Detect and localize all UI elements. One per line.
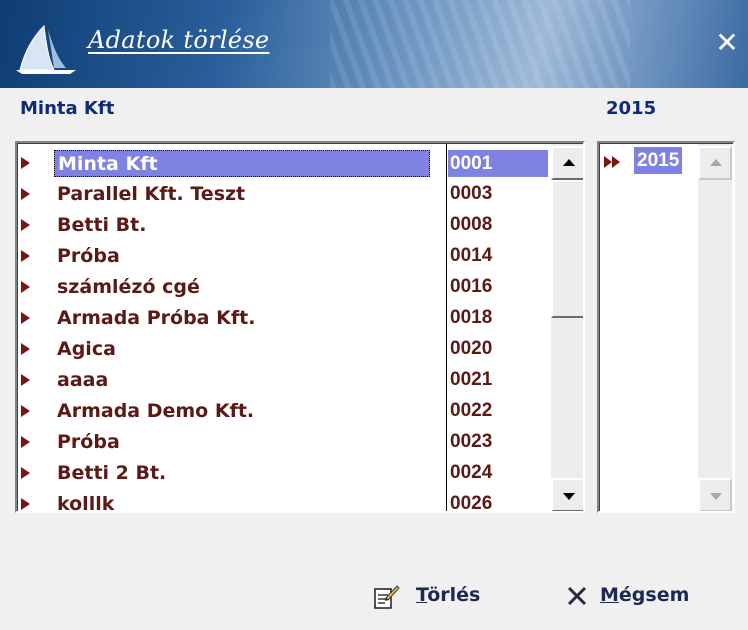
selected-year-label: 2015 xyxy=(606,98,657,119)
scroll-down-button[interactable] xyxy=(551,478,583,511)
delete-button[interactable]: Törlés xyxy=(372,578,492,614)
company-code: 0001 xyxy=(448,150,548,177)
arrow-down-icon xyxy=(563,493,575,500)
company-name: Betti Bt. xyxy=(57,214,147,236)
cancel-button-label: Mégsem xyxy=(600,584,690,606)
company-name: Próba xyxy=(57,431,120,453)
company-code: 0016 xyxy=(450,276,493,297)
company-code: 0026 xyxy=(450,493,493,513)
year-list-item[interactable]: 2015 xyxy=(600,144,698,175)
company-list[interactable]: Minta Kft 0001 Parallel Kft. Teszt 0003 … xyxy=(15,141,585,513)
company-name: Betti 2 Bt. xyxy=(57,462,167,484)
company-code: 0014 xyxy=(450,245,493,266)
company-name: kolllk xyxy=(57,493,115,513)
sail-logo-icon xyxy=(16,24,76,74)
company-code: 0023 xyxy=(450,431,493,452)
delete-button-label: Törlés xyxy=(416,584,481,606)
list-item[interactable]: kolllk 0026 xyxy=(18,489,549,513)
list-item[interactable]: Armada Próba Kft. 0018 xyxy=(18,303,549,334)
year-list[interactable]: 2015 xyxy=(597,141,735,513)
company-code: 0018 xyxy=(450,307,493,328)
company-code: 0020 xyxy=(450,338,493,359)
row-marker-icon xyxy=(21,436,30,448)
scroll-down-button[interactable] xyxy=(698,478,732,511)
arrow-up-icon xyxy=(563,159,575,166)
close-icon[interactable]: ✕ xyxy=(710,26,744,60)
row-marker-icon xyxy=(21,374,30,386)
row-marker-icon xyxy=(21,250,30,262)
row-marker-icon xyxy=(21,343,30,355)
title-bar-texture xyxy=(330,0,630,88)
company-name: Armada Próba Kft. xyxy=(57,307,256,329)
row-marker-icon xyxy=(21,157,30,169)
company-code: 0021 xyxy=(450,369,493,390)
company-name: Agica xyxy=(57,338,116,360)
row-marker-icon xyxy=(21,467,30,479)
company-list-scrollbar[interactable] xyxy=(551,144,583,511)
list-item[interactable]: Próba 0014 xyxy=(18,241,549,272)
company-name: aaaa xyxy=(57,369,109,391)
arrow-up-icon xyxy=(710,159,722,166)
company-code: 0024 xyxy=(450,462,493,483)
list-item[interactable]: Agica 0020 xyxy=(18,334,549,365)
row-marker-icon xyxy=(21,312,30,324)
company-name: Minta Kft xyxy=(54,150,430,177)
company-name: Próba xyxy=(57,245,120,267)
selected-company-label: Minta Kft xyxy=(20,98,115,119)
year-list-scrollbar[interactable] xyxy=(698,144,732,511)
delete-document-icon xyxy=(374,585,400,609)
list-item[interactable]: Próba 0023 xyxy=(18,427,549,458)
arrow-down-icon xyxy=(710,493,722,500)
row-marker-icon xyxy=(21,188,30,200)
title-bar: Adatok törlése ✕ xyxy=(0,0,748,88)
list-item[interactable]: Betti Bt. 0008 xyxy=(18,210,549,241)
list-item[interactable]: aaaa 0021 xyxy=(18,365,549,396)
list-item[interactable]: Parallel Kft. Teszt 0003 xyxy=(18,179,549,210)
row-marker-icon xyxy=(21,405,30,417)
cancel-x-icon xyxy=(567,586,587,606)
company-name: Armada Demo Kft. xyxy=(57,400,255,422)
company-name: Parallel Kft. Teszt xyxy=(57,183,246,205)
scroll-up-button[interactable] xyxy=(551,146,583,180)
row-marker-icon xyxy=(21,498,30,510)
scroll-up-button[interactable] xyxy=(698,146,732,180)
double-marker-icon xyxy=(604,153,620,172)
list-item[interactable]: Betti 2 Bt. 0024 xyxy=(18,458,549,489)
scroll-thumb[interactable] xyxy=(551,180,583,318)
company-code: 0008 xyxy=(450,214,493,235)
window-title: Adatok törlése xyxy=(88,26,270,54)
row-marker-icon xyxy=(21,281,30,293)
list-item[interactable]: Minta Kft 0001 xyxy=(18,148,549,179)
company-code: 0022 xyxy=(450,400,493,421)
company-code: 0003 xyxy=(450,183,493,204)
company-name: számlézó cgé xyxy=(57,276,200,298)
row-marker-icon xyxy=(21,219,30,231)
cancel-button[interactable]: Mégsem xyxy=(566,578,706,614)
list-item[interactable]: számlézó cgé 0016 xyxy=(18,272,549,303)
year-value: 2015 xyxy=(634,147,683,174)
list-item[interactable]: Armada Demo Kft. 0022 xyxy=(18,396,549,427)
